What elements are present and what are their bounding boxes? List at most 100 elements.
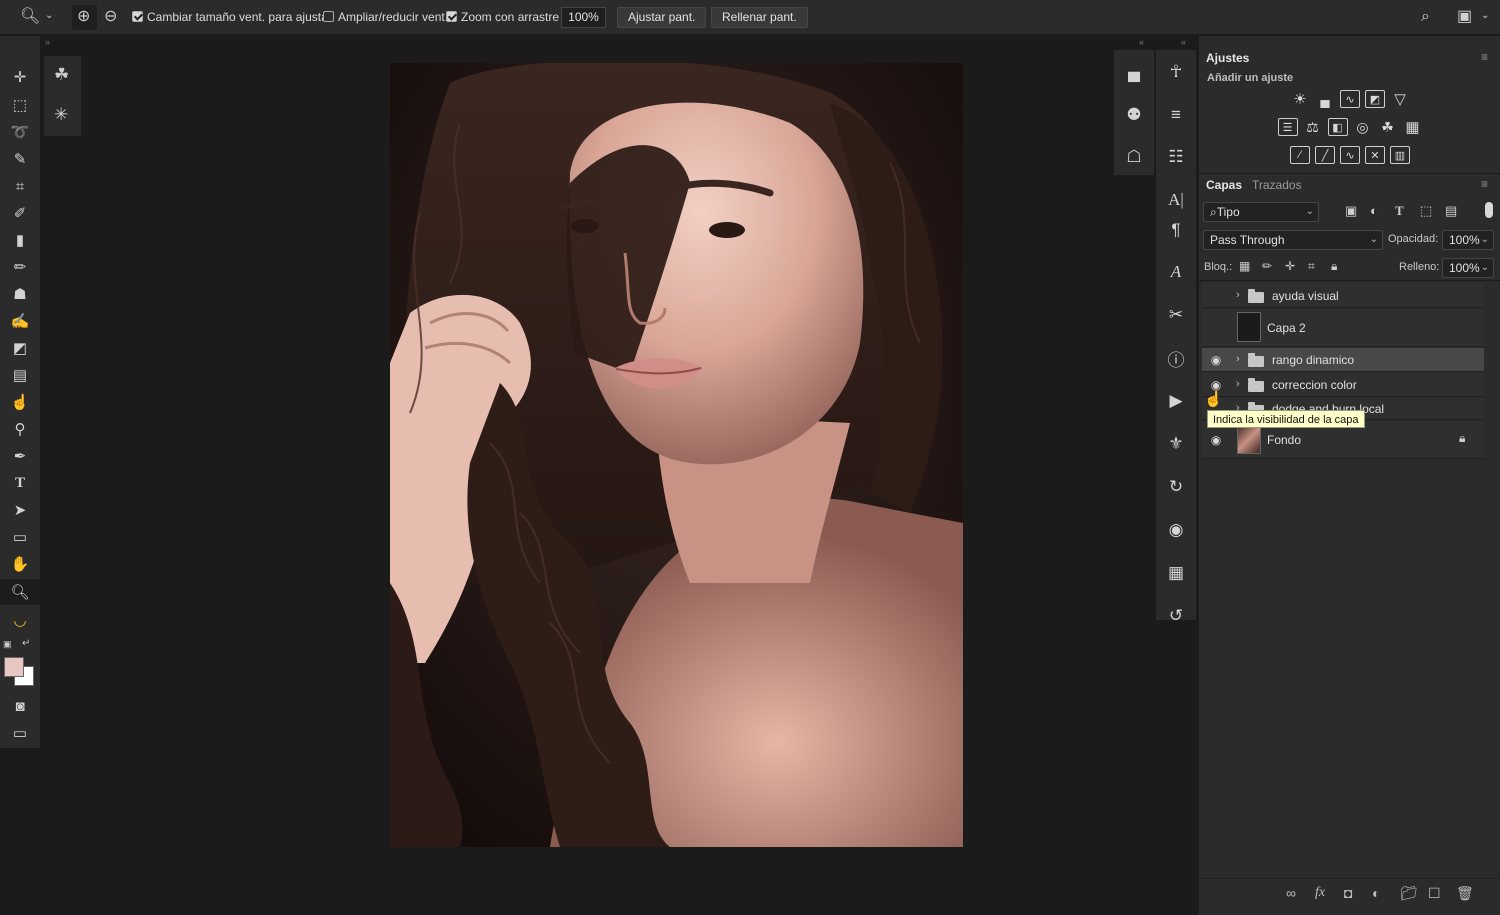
new-layer-icon[interactable]: ☐ <box>1428 885 1441 902</box>
fx-icon[interactable]: fx <box>1315 885 1325 901</box>
fill-field[interactable]: 100% ⌄ <box>1442 258 1494 278</box>
resize-windows-option[interactable]: Cambiar tamaño vent. para ajustar <box>132 7 332 28</box>
move-tool-icon[interactable]: ✛ <box>0 64 40 90</box>
new-group-icon[interactable]: 📁︎ <box>1400 885 1418 902</box>
invert-icon[interactable]: ∕ <box>1290 146 1310 164</box>
zoom-all-windows-option[interactable]: Ampliar/reducir vent. <box>323 7 448 28</box>
gradient-tool-icon[interactable]: ▤ <box>0 362 40 388</box>
marquee-tool-icon[interactable]: ⬚ <box>0 92 40 118</box>
layer-row-selected[interactable]: ◉ › rango dinamico <box>1202 348 1484 372</box>
chevron-right-icon[interactable]: › <box>1236 378 1240 390</box>
layer-row[interactable]: ◉ › correccion color <box>1202 373 1484 397</box>
layer-row[interactable]: Capa 2 <box>1202 309 1484 347</box>
libraries-icon[interactable]: ⚜ <box>1156 427 1196 461</box>
smudge-tool-icon[interactable]: ☝ <box>0 389 40 415</box>
minibar-collapse-icon[interactable]: « <box>1139 38 1144 47</box>
fit-screen-button[interactable]: Ajustar pant. <box>617 7 707 28</box>
stamp-tool-icon[interactable]: ☗ <box>0 281 40 307</box>
filter-pixel-icon[interactable]: ▣ <box>1345 204 1357 217</box>
gradient-map-icon[interactable]: ▥ <box>1390 146 1410 164</box>
character-icon[interactable]: A| <box>1156 183 1196 217</box>
crop-tool-icon[interactable]: ⌗ <box>0 173 40 199</box>
swatches-grid-icon[interactable]: ▦ <box>1156 556 1196 590</box>
zoom-tool-icon[interactable]: 🔍︎ <box>0 579 40 605</box>
filter-adjustment-icon[interactable]: ◐ <box>1370 204 1378 217</box>
lock-artboard-icon[interactable]: ⌗ <box>1308 260 1315 272</box>
eye-icon[interactable]: ◉ <box>1208 353 1224 367</box>
lock-all-icon[interactable]: 🔒︎ <box>1331 260 1337 272</box>
eraser-tool-icon[interactable]: ◩ <box>0 335 40 361</box>
workspace-icon[interactable]: ▣ <box>1457 9 1472 25</box>
properties-icon[interactable]: ≡ <box>1156 98 1196 132</box>
history-icon[interactable]: ↺ <box>1156 599 1196 633</box>
zoom-all-windows-checkbox[interactable] <box>323 11 334 22</box>
type-tool-icon[interactable]: T <box>0 470 40 496</box>
search-icon[interactable]: ⌕ <box>1421 9 1430 25</box>
hand-tool-icon[interactable]: ✋ <box>0 551 40 577</box>
lock-transparency-icon[interactable]: ▦ <box>1239 260 1250 272</box>
brush-tool-icon[interactable]: ✏ <box>0 254 40 280</box>
history-brush-tool-icon[interactable]: ✍ <box>0 308 40 334</box>
document-canvas[interactable] <box>390 63 963 847</box>
levels-icon[interactable]: ▄ <box>1315 90 1335 108</box>
eye-icon[interactable]: ◉ <box>1208 433 1224 447</box>
zoom-tool-icon[interactable]: 🔍︎ <box>20 9 40 25</box>
adjustments-menu-icon[interactable]: ≡ <box>1481 51 1488 63</box>
black-white-icon[interactable]: ◧ <box>1327 118 1348 136</box>
posterize-icon[interactable]: ╱ <box>1315 146 1335 164</box>
hue-saturation-icon[interactable]: ☰ <box>1277 118 1298 136</box>
dodge-tool-icon[interactable]: ⚲ <box>0 416 40 442</box>
zoom-out-icon[interactable]: ⊖ <box>104 9 117 25</box>
foreground-color-swatch[interactable] <box>4 657 24 677</box>
rectangle-tool-icon[interactable]: ▭ <box>0 524 40 550</box>
eye-icon[interactable]: ◉ <box>1208 378 1224 392</box>
lock-position-icon[interactable]: ✛ <box>1285 260 1295 272</box>
exposure-icon[interactable]: ◩ <box>1365 90 1385 108</box>
healing-tool-icon[interactable]: ▮ <box>0 227 40 253</box>
info-icon[interactable]: ⓘ <box>1156 341 1196 375</box>
path-select-tool-icon[interactable]: ➤ <box>0 497 40 523</box>
gear-icon[interactable]: ✳ <box>54 106 68 123</box>
photo-filter-icon[interactable]: ◎ <box>1353 118 1373 136</box>
adjustments-tab[interactable]: Ajustes <box>1206 51 1249 65</box>
zoom-in-button[interactable]: ⊕ <box>72 5 97 30</box>
pen-tool-icon[interactable]: ✒ <box>0 443 40 469</box>
glyphs-icon[interactable]: A <box>1156 255 1196 289</box>
tab-paths[interactable]: Trazados <box>1252 178 1302 192</box>
filter-shape-icon[interactable]: ⬚ <box>1420 204 1432 217</box>
opacity-field[interactable]: 100% ⌄ <box>1442 230 1494 250</box>
tab-layers[interactable]: Capas <box>1206 178 1242 192</box>
fill-screen-button[interactable]: Rellenar pant. <box>711 7 808 28</box>
zoom-percent-field[interactable]: 100% <box>561 7 606 28</box>
blend-mode-dropdown[interactable]: Pass Through ⌄ <box>1203 230 1383 250</box>
actions-play-icon[interactable]: ▶ <box>1156 384 1196 418</box>
chevron-right-icon[interactable]: › <box>1236 353 1240 365</box>
lock-pixels-icon[interactable]: ✏ <box>1262 260 1272 272</box>
lasso-tool-icon[interactable]: ➰ <box>0 119 40 145</box>
styles-icon[interactable]: ☷ <box>1156 140 1196 174</box>
quick-select-tool-icon[interactable]: ✎ <box>0 146 40 172</box>
banana-icon[interactable]: ◡ <box>0 607 40 633</box>
workspace-chevron-icon[interactable]: ⌄ <box>1481 11 1489 21</box>
filter-smartobject-icon[interactable]: ▤ <box>1445 204 1457 217</box>
brightness-icon[interactable]: ☀ <box>1290 90 1310 108</box>
layers-menu-icon[interactable]: ≡ <box>1481 178 1488 190</box>
trash-icon[interactable]: 🗑︎ <box>1456 885 1474 902</box>
navigator-icon[interactable]: ⚉ <box>1114 98 1154 132</box>
paragraph-icon[interactable]: ¶ <box>1156 213 1196 247</box>
curves-icon[interactable]: ∿ <box>1340 90 1360 108</box>
color-sampler-icon[interactable]: ☘ <box>54 66 69 83</box>
eyedropper-tool-icon[interactable]: ✐ <box>0 200 40 226</box>
quick-mask-icon[interactable]: ◙ <box>0 693 40 719</box>
threshold-icon[interactable]: ∿ <box>1340 146 1360 164</box>
add-mask-icon[interactable]: ◘ <box>1344 885 1352 901</box>
brush-settings-icon[interactable]: ☖ <box>1114 140 1154 174</box>
subtoolbar-collapse-icon[interactable]: » <box>45 38 50 47</box>
scrubby-zoom-checkbox[interactable] <box>446 11 457 22</box>
tool-presets-icon[interactable]: ☥ <box>1156 55 1196 89</box>
tool-preset-chevron-icon[interactable]: ⌄ <box>45 11 53 21</box>
link-layers-icon[interactable]: ∞ <box>1286 885 1296 901</box>
scrubby-zoom-option[interactable]: Zoom con arrastre <box>446 7 559 28</box>
layer-filter-dropdown[interactable]: ⌕Tipo ⌄ <box>1203 202 1319 222</box>
selective-color-icon[interactable]: ✕ <box>1365 146 1385 164</box>
